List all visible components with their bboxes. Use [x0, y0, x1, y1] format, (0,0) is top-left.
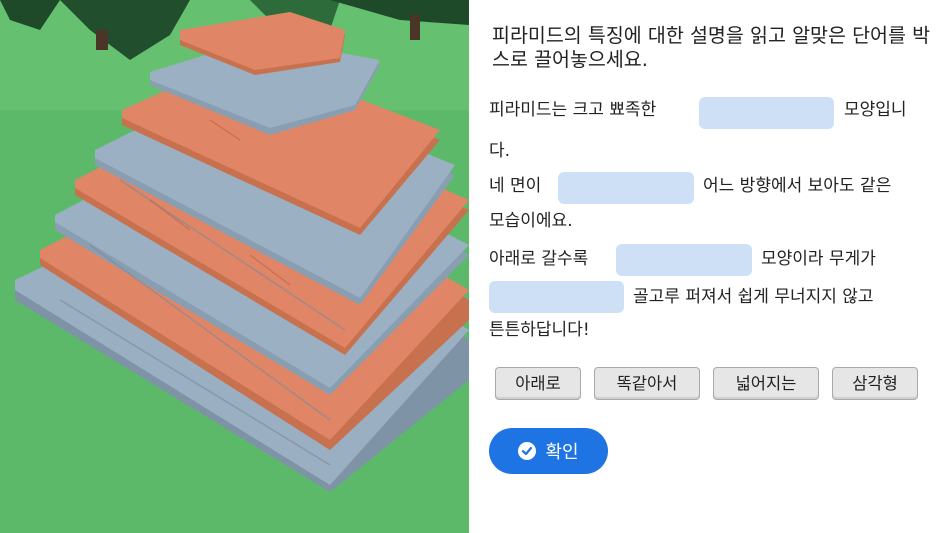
confirm-button[interactable]: 확인 [489, 428, 608, 474]
instruction-text: 피라미드의 특징에 대한 설명을 읽고 알맞은 단어를 박스로 끌어놓으세요. [492, 24, 931, 71]
sentence-3-after: 모양이라 무게가 [761, 249, 876, 269]
drop-zone-4[interactable] [489, 281, 624, 313]
word-chip-samgakhyeong[interactable]: 삼각형 [832, 367, 918, 400]
word-chip-ttokgataseo[interactable]: 똑같아서 [594, 367, 700, 400]
confirm-label: 확인 [545, 442, 579, 463]
check-circle-icon [518, 442, 537, 460]
sentence-3-line2: 골고루 퍼져서 쉽게 무너지지 않고 [633, 287, 874, 307]
word-chip-neolbeojineun[interactable]: 넓어지는 [713, 367, 819, 400]
word-chip-arae-ro[interactable]: 아래로 [495, 367, 581, 400]
drop-zone-2[interactable] [558, 172, 694, 204]
drop-zone-1[interactable] [699, 97, 834, 129]
sentence-3-before: 아래로 갈수록 [489, 249, 589, 269]
sentence-1-wrap: 다. [489, 141, 511, 161]
sentence-3-wrap: 튼튼하답니다! [489, 320, 590, 340]
sentence-1-before: 피라미드는 크고 뾰족한 [489, 100, 657, 120]
pyramid-3d-view [0, 0, 469, 533]
sentence-2-wrap: 모습이에요. [489, 211, 573, 231]
sentence-2-after: 어느 방향에서 보아도 같은 [703, 176, 892, 196]
pyramid-illustration [0, 0, 469, 533]
drop-zone-3[interactable] [616, 244, 752, 276]
sentence-1-after: 모양입니 [844, 100, 907, 120]
sentence-2-before: 네 면이 [489, 176, 542, 196]
exercise-panel: 피라미드의 특징에 대한 설명을 읽고 알맞은 단어를 박스로 끌어놓으세요. … [469, 0, 952, 533]
